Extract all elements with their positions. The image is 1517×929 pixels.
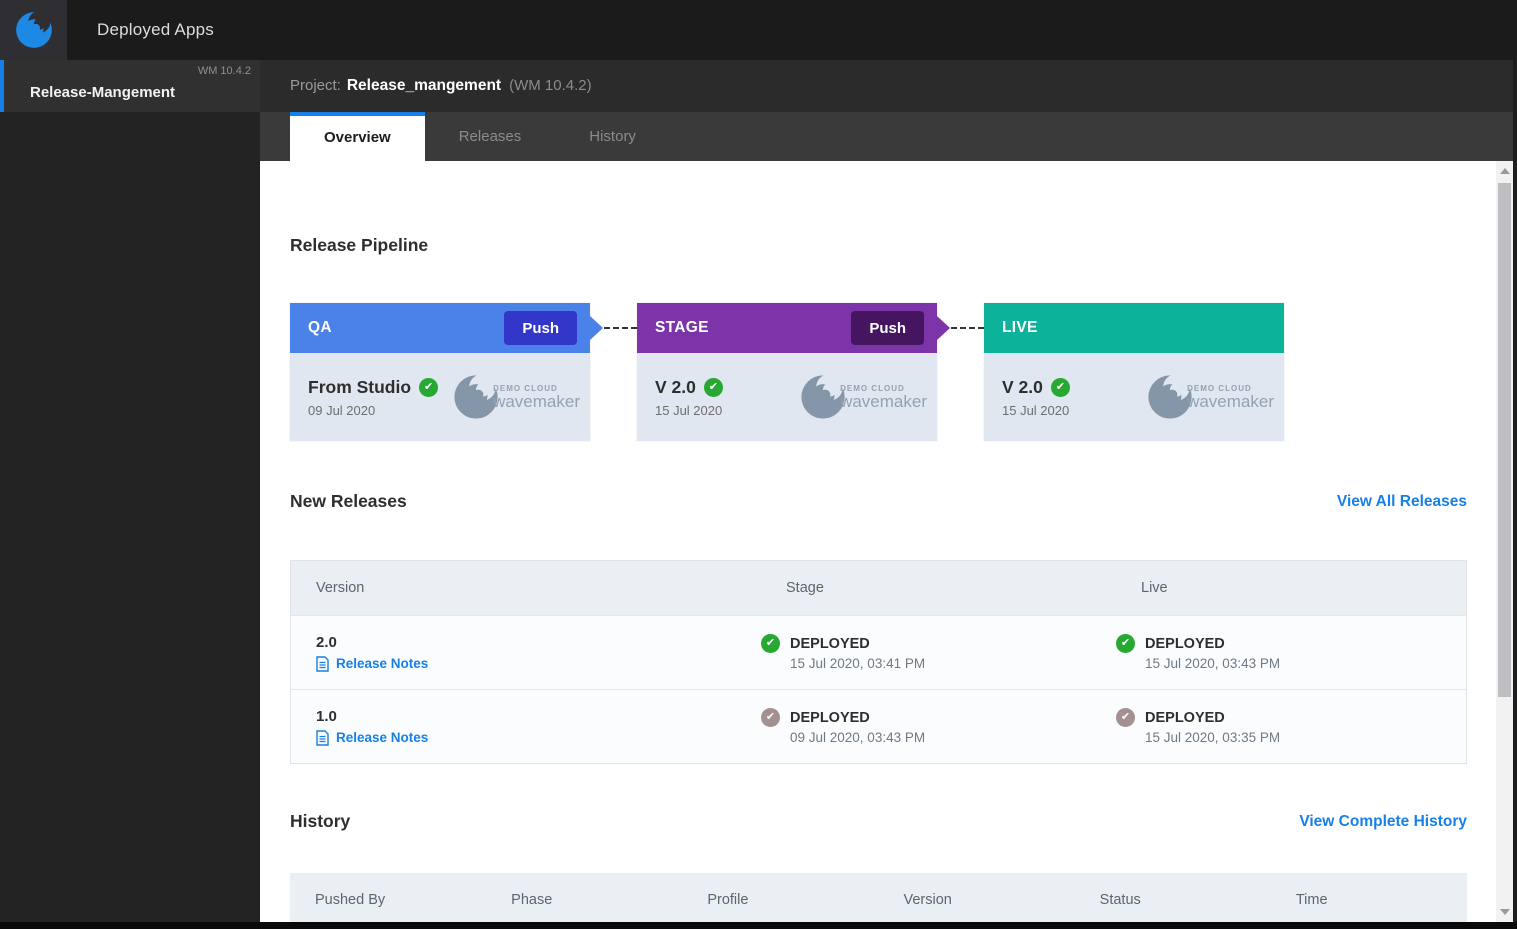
status-timestamp: 15 Jul 2020, 03:41 PM <box>790 656 926 671</box>
stage-version: V 2.0 <box>655 377 723 398</box>
column-header-version: Version <box>316 580 365 596</box>
check-circle-icon <box>761 708 780 727</box>
stage-card-body: V 2.0 15 Jul 2020 DEMO CLOUD wavemaker <box>637 353 937 441</box>
qa-stage-name: QA <box>308 319 332 336</box>
column-header-time: Time <box>1295 892 1328 908</box>
status-timestamp: 15 Jul 2020, 03:35 PM <box>1145 730 1281 745</box>
check-circle-icon <box>1116 634 1135 653</box>
sidebar: WM 10.4.2 Release-Mangement <box>0 60 260 922</box>
project-version-badge: WM 10.4.2 <box>197 65 251 77</box>
stage-status-cell: DEPLOYED 09 Jul 2020, 03:43 PM <box>761 708 1116 745</box>
live-stage-name: LIVE <box>1002 319 1038 336</box>
check-circle-icon <box>761 634 780 653</box>
column-header-live: Live <box>1141 580 1168 596</box>
release-notes-link[interactable]: Release Notes <box>316 729 761 746</box>
live-date: 15 Jul 2020 <box>1002 402 1070 418</box>
stage-date: 15 Jul 2020 <box>655 402 723 418</box>
pipeline-connector <box>590 303 637 353</box>
version-number: 2.0 <box>316 633 337 651</box>
project-header: Project: Release_mangement (WM 10.4.2) <box>260 60 1517 112</box>
scrollbar-thumb[interactable] <box>1498 183 1511 697</box>
column-header-pushed-by: Pushed By <box>315 892 386 908</box>
project-name: Release_mangement <box>346 77 502 94</box>
qa-card-header: QA Push <box>290 303 590 353</box>
vertical-scrollbar[interactable] <box>1496 161 1513 922</box>
release-pipeline: QA Push From Studio 09 Jul 2020 DEMO CLO… <box>290 303 1284 441</box>
history-heading: History <box>290 811 351 831</box>
stage-stage-name: STAGE <box>655 319 709 336</box>
column-header-version: Version <box>903 892 952 908</box>
stage-status-cell: DEPLOYED 15 Jul 2020, 03:41 PM <box>761 634 1116 671</box>
check-circle-icon <box>1116 708 1135 727</box>
sidebar-item-label: Release-Mangement <box>30 84 176 101</box>
pipeline-card-stage: STAGE Push V 2.0 15 Jul 2020 DEMO CLOUD … <box>637 303 937 441</box>
new-releases-table: Version Stage Live 2.0 Release Notes DEP… <box>290 560 1467 764</box>
check-circle-icon <box>419 377 439 397</box>
version-number: 1.0 <box>316 707 337 725</box>
app-logo-tile[interactable] <box>0 0 67 60</box>
tab-releases[interactable]: Releases <box>425 112 556 161</box>
status-badge: DEPLOYED <box>1145 709 1225 726</box>
pipeline-connector <box>937 303 984 353</box>
release-notes-link[interactable]: Release Notes <box>316 655 761 672</box>
demo-cloud-logo: DEMO CLOUD wavemaker <box>800 374 927 420</box>
tab-overview[interactable]: Overview <box>290 112 425 161</box>
status-badge: DEPLOYED <box>790 709 870 726</box>
release-pipeline-heading: Release Pipeline <box>290 235 429 255</box>
qa-date: 09 Jul 2020 <box>308 402 376 418</box>
history-table-header: Pushed By Phase Profile Version Status T… <box>290 873 1467 922</box>
app-title: Deployed Apps <box>97 20 214 39</box>
document-icon <box>316 729 329 746</box>
status-badge: DEPLOYED <box>1145 635 1225 652</box>
wavemaker-label: wavemaker <box>840 391 927 411</box>
top-bar: Deployed Apps <box>0 0 1517 60</box>
status-timestamp: 09 Jul 2020, 03:43 PM <box>790 730 926 745</box>
live-status-cell: DEPLOYED 15 Jul 2020, 03:35 PM <box>1116 708 1466 745</box>
qa-version: From Studio <box>308 377 439 398</box>
demo-cloud-logo: DEMO CLOUD wavemaker <box>1147 374 1274 420</box>
project-version: (WM 10.4.2) <box>509 77 592 94</box>
pipeline-card-qa: QA Push From Studio 09 Jul 2020 DEMO CLO… <box>290 303 590 441</box>
wavemaker-label: wavemaker <box>493 391 580 411</box>
table-row-version-2-0: 2.0 Release Notes DEPLOYED 15 Jul 2020, … <box>291 615 1466 689</box>
check-circle-icon <box>1050 377 1070 397</box>
overview-panel: Release Pipeline QA Push From Studio 09 … <box>260 161 1496 922</box>
live-card-header: LIVE <box>984 303 1284 353</box>
column-header-stage: Stage <box>786 580 824 596</box>
column-header-phase: Phase <box>511 892 553 908</box>
column-header-profile: Profile <box>707 892 749 908</box>
wavemaker-logo-icon <box>15 11 53 49</box>
window-bottom-bar <box>0 922 1517 929</box>
pipeline-card-live: LIVE V 2.0 15 Jul 2020 DEMO CLOUD wavema… <box>984 303 1284 441</box>
demo-cloud-logo: DEMO CLOUD wavemaker <box>453 374 580 420</box>
stage-push-button[interactable]: Push <box>851 311 924 345</box>
status-timestamp: 15 Jul 2020, 03:43 PM <box>1145 656 1281 671</box>
sidebar-item-release-management[interactable]: WM 10.4.2 Release-Mangement <box>0 60 260 112</box>
new-releases-heading: New Releases <box>290 491 407 511</box>
window-right-edge <box>1513 60 1517 922</box>
check-circle-icon <box>703 377 723 397</box>
scroll-down-arrow-icon[interactable] <box>1499 909 1510 915</box>
document-icon <box>316 655 329 672</box>
qa-card-body: From Studio 09 Jul 2020 DEMO CLOUD wavem… <box>290 353 590 441</box>
scroll-up-arrow-icon[interactable] <box>1499 168 1510 174</box>
tab-bar: Overview Releases History <box>260 112 1517 161</box>
live-version: V 2.0 <box>1002 377 1070 398</box>
status-badge: DEPLOYED <box>790 635 870 652</box>
live-card-body: V 2.0 15 Jul 2020 DEMO CLOUD wavemaker <box>984 353 1284 441</box>
new-releases-table-header: Version Stage Live <box>291 561 1466 615</box>
view-complete-history-link[interactable]: View Complete History <box>1299 813 1467 831</box>
project-prefix: Project: <box>290 77 341 94</box>
column-header-status: Status <box>1099 892 1141 908</box>
stage-card-header: STAGE Push <box>637 303 937 353</box>
tab-history[interactable]: History <box>555 112 670 161</box>
live-status-cell: DEPLOYED 15 Jul 2020, 03:43 PM <box>1116 634 1466 671</box>
view-all-releases-link[interactable]: View All Releases <box>1337 493 1467 511</box>
table-row-version-1-0: 1.0 Release Notes DEPLOYED 09 Jul 2020, … <box>291 689 1466 763</box>
wavemaker-label: wavemaker <box>1187 391 1274 411</box>
qa-push-button[interactable]: Push <box>504 311 577 345</box>
